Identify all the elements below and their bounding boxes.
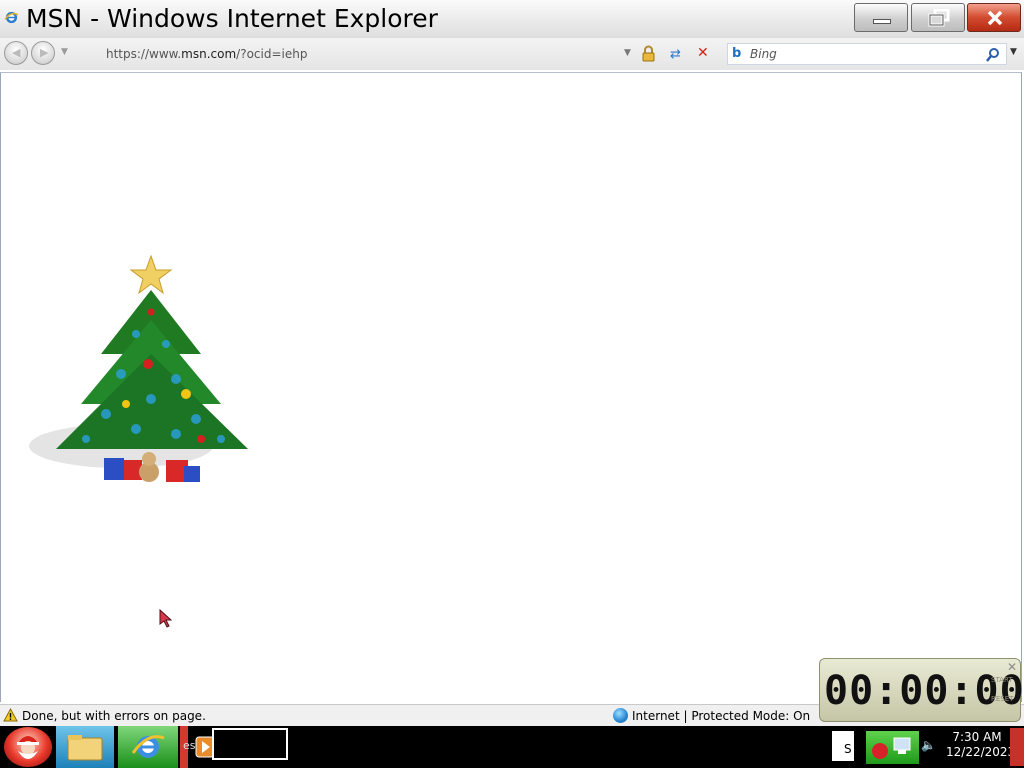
back-arrow-icon: ◀ [12,46,21,59]
stopwatch-start-button[interactable]: START [991,676,1013,684]
tray-item-s[interactable]: S [832,731,854,761]
christmas-tree-image [29,254,248,482]
forward-button[interactable]: ▶ [31,41,55,65]
forward-arrow-icon: ▶ [40,46,49,59]
page-content [0,72,1022,702]
minimize-icon [873,19,891,24]
tray-s-label: S [844,742,852,756]
address-prefix: https://www. [106,47,182,61]
gadget-close-icon[interactable]: ✕ [1007,660,1017,674]
lock-icon[interactable] [641,45,656,62]
restore-icon [928,9,950,27]
start-button[interactable] [4,727,52,767]
bing-logo-icon: b [732,46,742,61]
minimize-button[interactable] [854,3,908,32]
internet-explorer-icon [131,735,165,758]
system-clock[interactable]: 7:30 AM 12/22/2023 [946,730,1016,760]
show-desktop-button[interactable] [1010,728,1024,766]
tray-network-icons[interactable] [866,731,919,764]
stopwatch-gadget: 00:00:00 ✕ START RESET [819,658,1024,722]
security-zone-label[interactable]: Internet | Protected Mode: On [632,709,810,723]
search-box[interactable]: b Bing [727,43,1007,65]
close-icon [987,10,1003,26]
search-placeholder: Bing [750,47,777,61]
internet-zone-globe-icon [613,708,628,723]
address-bar[interactable]: https://www.msn.com/?ocid=iehp ▼ ⇄ ✕ [100,43,718,65]
search-options-dropdown-icon[interactable]: ▼ [1010,47,1017,57]
stopwatch-reset-button[interactable]: RESET [991,695,1013,703]
search-icon[interactable] [986,47,1000,63]
taskbar-internet-explorer-button[interactable] [118,726,178,768]
refresh-icon[interactable]: ⇄ [670,47,681,62]
address-dropdown-icon[interactable]: ▼ [624,48,631,58]
volume-icon[interactable]: 🔈 [921,738,936,752]
navigation-bar: ◀ ▶ ▼ https://www.msn.com/?ocid=iehp ▼ ⇄… [0,38,1024,70]
address-domain: msn.com [181,47,237,61]
taskbar-windows-explorer-button[interactable] [56,726,114,768]
restore-button[interactable] [911,3,965,32]
back-button[interactable]: ◀ [4,41,28,65]
clock-time: 7:30 AM [952,730,1002,744]
mouse-pointer-icon [159,609,173,628]
ie-window: MSN - Windows Internet Explorer ◀ ▶ ▼ ht… [0,0,1024,726]
address-url[interactable]: https://www.msn.com/?ocid=iehp [106,47,307,61]
window-title: MSN - Windows Internet Explorer [26,4,438,33]
ie-logo-icon [4,11,19,24]
recent-pages-dropdown-icon[interactable]: ▼ [61,47,68,57]
address-suffix: /?ocid=iehp [236,47,308,61]
folder-icon [67,735,103,761]
stop-icon[interactable]: ✕ [697,45,709,61]
taskbar-active-window-button[interactable] [212,728,288,760]
taskbar: es S 🔈 7:30 AM 12/22/2023 [0,726,1024,768]
title-bar[interactable]: MSN - Windows Internet Explorer [0,0,1024,38]
clock-date: 12/22/2023 [946,745,1016,759]
santa-start-icon [17,736,39,759]
warning-icon[interactable] [3,708,18,722]
close-button[interactable] [967,3,1021,32]
network-icon [872,737,911,759]
status-message: Done, but with errors on page. [22,709,206,723]
